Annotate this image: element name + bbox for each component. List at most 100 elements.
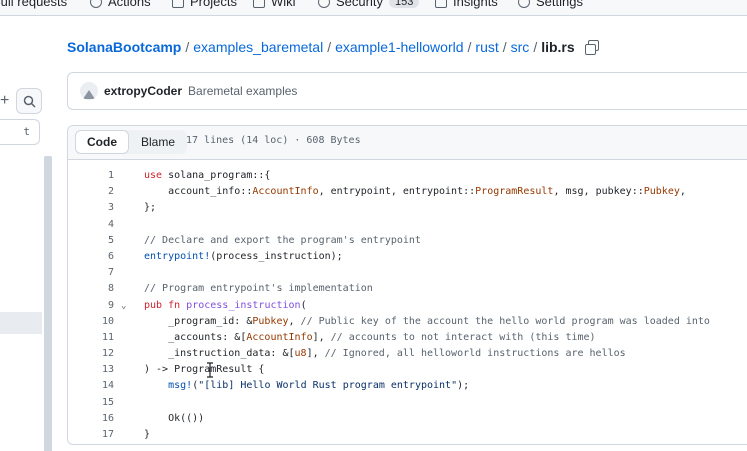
line-number[interactable]: 6	[68, 249, 114, 265]
line-number[interactable]: 4	[68, 217, 114, 233]
code-line: 3};	[68, 200, 747, 216]
line-source: // Program entrypoint's implementation	[144, 283, 373, 295]
file-tree-selected-row[interactable]	[0, 312, 42, 334]
graph-icon	[435, 0, 447, 8]
go-to-file-input[interactable]: t	[0, 119, 40, 145]
code-line: 2 account_info::AccountInfo, entrypoint,…	[68, 184, 747, 200]
code-line: 7	[68, 265, 747, 281]
file-header: Code Blame 17 lines (14 loc) · 608 Bytes	[68, 126, 747, 160]
code-line: 1 use solana_program::{	[68, 168, 747, 184]
line-source: use solana_program::{	[144, 170, 271, 181]
breadcrumb-separator: /	[327, 39, 332, 55]
tab-blame[interactable]: Blame	[129, 130, 187, 154]
search-icon	[23, 95, 36, 108]
play-icon	[90, 0, 102, 8]
view-mode-toggle: Code Blame	[75, 130, 188, 154]
breadcrumb-repo[interactable]: SolanaBootcamp	[67, 39, 181, 55]
nav-security[interactable]: Security 153	[318, 0, 420, 9]
code-line: 17}	[68, 427, 747, 443]
breadcrumb-separator: /	[467, 39, 472, 55]
line-source: pub fn process_instruction(	[144, 299, 307, 311]
line-number[interactable]: 14	[68, 378, 114, 394]
line-number[interactable]: 2	[68, 184, 114, 200]
line-number[interactable]: 7	[68, 265, 114, 281]
line-number[interactable]: 3	[68, 200, 114, 216]
code-line: 16 Ok(())	[68, 411, 747, 427]
line-number[interactable]: 17	[68, 427, 114, 443]
file-tree-scrollbar[interactable]	[44, 156, 52, 451]
line-number[interactable]: 10	[68, 314, 114, 330]
line-source: // Declare and export the program's entr…	[144, 234, 421, 246]
breadcrumb-folder[interactable]: rust	[475, 39, 498, 55]
code-line: 12 _instruction_data: &[u8], // Ignored,…	[68, 346, 747, 362]
copy-path-icon[interactable]	[584, 40, 599, 55]
code-line: 9 ⌄ pub fn process_instruction(	[68, 298, 747, 314]
line-source: _accounts: &[AccountInfo], // accounts t…	[144, 331, 596, 343]
chevron-down-icon[interactable]: ⌄	[121, 298, 131, 314]
plus-icon[interactable]: +	[0, 92, 14, 110]
breadcrumb-folder[interactable]: src	[511, 39, 530, 55]
line-source: Ok(())	[144, 412, 205, 424]
code-line: 13) -> ProgramResult {	[68, 362, 747, 378]
table-icon	[172, 0, 184, 8]
shield-icon	[318, 0, 330, 8]
line-number[interactable]: 15	[68, 395, 114, 411]
nav-projects[interactable]: Projects	[172, 0, 237, 9]
code-line: 8 // Program entrypoint's implementation	[68, 281, 747, 297]
breadcrumb-separator: /	[502, 39, 507, 55]
file-tree-panel: + t	[0, 16, 52, 451]
nav-security-label: Security	[336, 0, 383, 9]
line-number[interactable]: 9	[68, 298, 114, 314]
nav-projects-label: Projects	[190, 0, 237, 9]
breadcrumb-separator: /	[533, 39, 538, 55]
tab-code[interactable]: Code	[75, 130, 129, 154]
code-line: 4	[68, 217, 747, 233]
line-number[interactable]: 12	[68, 346, 114, 362]
line-number[interactable]: 11	[68, 330, 114, 346]
nav-insights[interactable]: Insights	[435, 0, 498, 9]
line-number[interactable]: 5	[68, 233, 114, 249]
nav-settings[interactable]: Settings	[518, 0, 583, 9]
gear-icon	[518, 0, 530, 8]
shortcut-key-hint: t	[23, 125, 30, 138]
commit-author[interactable]: extropyCoder	[104, 84, 182, 98]
breadcrumb-current-file: lib.rs	[541, 39, 575, 55]
file-info: 17 lines (14 loc) · 608 Bytes	[186, 135, 361, 146]
line-number[interactable]: 8	[68, 281, 114, 297]
line-source: }	[144, 429, 151, 440]
line-source: _instruction_data: &[u8], // Ignored, al…	[144, 348, 626, 360]
code-line: 11 _accounts: &[AccountInfo], // account…	[68, 330, 747, 346]
breadcrumb-folder[interactable]: examples_baremetal	[193, 39, 323, 55]
breadcrumb-folder[interactable]: example1-helloworld	[335, 39, 463, 55]
line-source: entrypoint!(process_instruction);	[144, 250, 343, 262]
nav-pull-requests-label: Pull requests	[0, 0, 68, 9]
line-source: account_info::AccountInfo, entrypoint, e…	[144, 186, 686, 198]
code-line: 15	[68, 395, 747, 411]
nav-pull-requests[interactable]: Pull requests	[0, 0, 67, 9]
file-search-button[interactable]	[16, 88, 42, 114]
commit-message[interactable]: Baremetal examples	[188, 84, 297, 98]
code-line: 5 // Declare and export the program's ent…	[68, 233, 747, 249]
line-number[interactable]: 1	[68, 168, 114, 184]
code-line: 10 _program_id: &Pubkey, // Public key o…	[68, 314, 747, 330]
code-block[interactable]: 1 use solana_program::{2 account_info::Ac…	[68, 168, 747, 443]
line-number[interactable]: 16	[68, 411, 114, 427]
book-icon	[253, 0, 265, 8]
nav-wiki-label: Wiki	[271, 0, 296, 9]
breadcrumb: SolanaBootcamp / examples_baremetal / ex…	[67, 37, 599, 57]
line-source: msg!("[lib] Hello World Rust program ent…	[168, 380, 470, 392]
line-number[interactable]: 13	[68, 362, 114, 378]
breadcrumb-separator: /	[185, 39, 190, 55]
nav-actions[interactable]: Actions	[90, 0, 151, 9]
nav-settings-label: Settings	[536, 0, 583, 9]
code-line: 6 entrypoint!(process_instruction);	[68, 249, 747, 265]
nav-wiki[interactable]: Wiki	[253, 0, 296, 9]
line-source: };	[144, 202, 157, 214]
text-cursor-icon	[207, 362, 213, 378]
nav-insights-label: Insights	[453, 0, 498, 9]
latest-commit-box: extropyCoder Baremetal examples	[67, 72, 747, 110]
avatar[interactable]	[80, 82, 98, 100]
code-line: 14 msg!("[lib] Hello World Rust program …	[68, 378, 747, 394]
line-source: _program_id: &Pubkey, // Public key of t…	[144, 315, 710, 327]
security-counter: 153	[388, 0, 420, 8]
